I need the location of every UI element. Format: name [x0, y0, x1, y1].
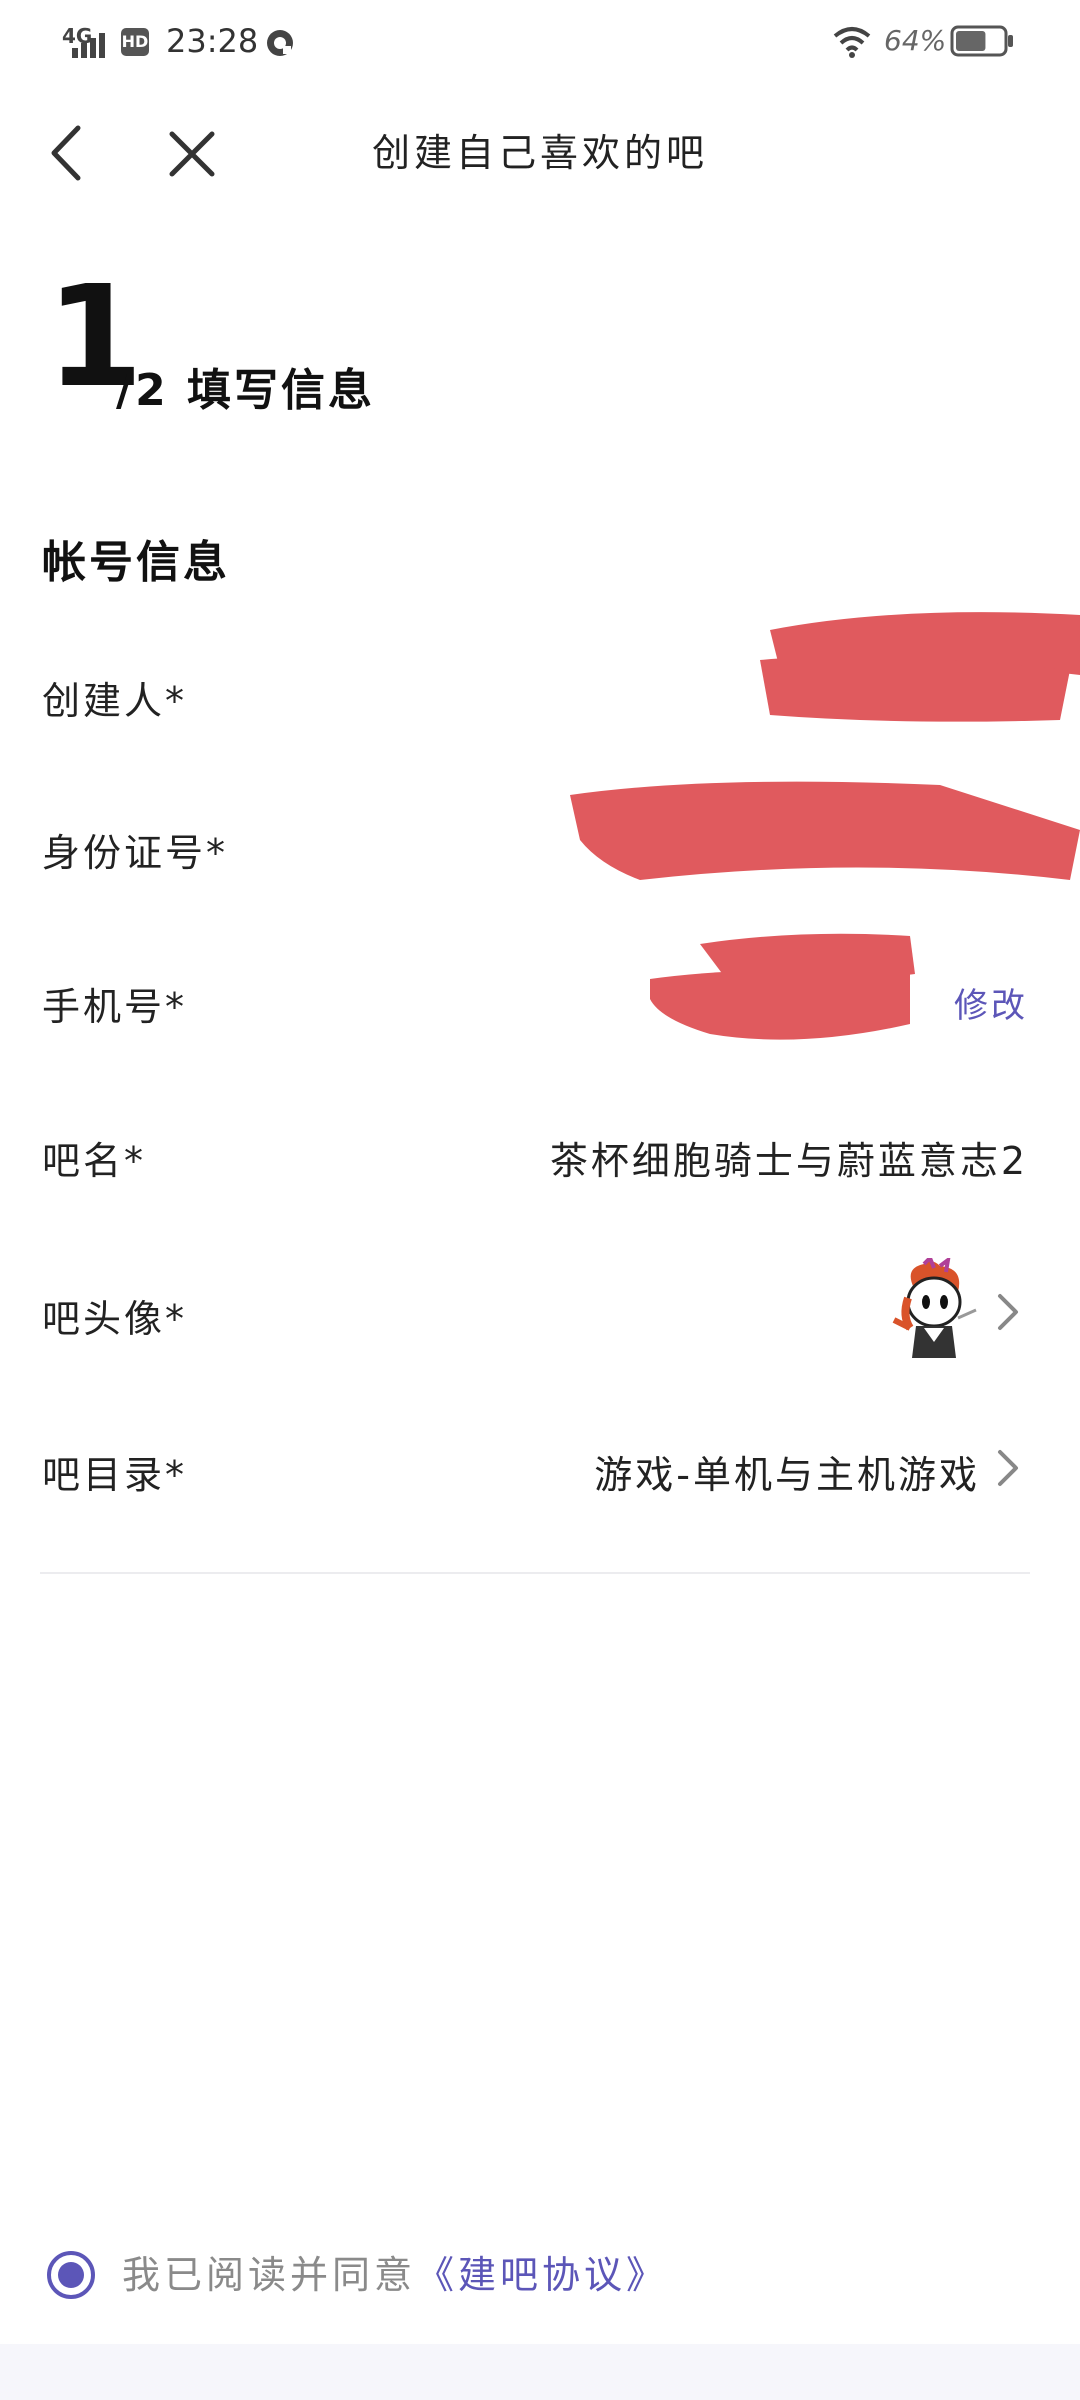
app-notification-icon: [267, 30, 293, 56]
close-icon[interactable]: [166, 128, 218, 180]
phone-label: 手机号*: [42, 985, 188, 1029]
redaction-id-number: [570, 781, 1080, 880]
battery-percent: 64%: [884, 24, 947, 57]
bottom-bar: [0, 2344, 1080, 2400]
bar-name-value[interactable]: 茶杯细胞骑士与蔚蓝意志2: [550, 1130, 1028, 1185]
bar-avatar-image[interactable]: [884, 1258, 980, 1368]
id-number-label: 身份证号*: [42, 831, 229, 875]
step-label: /2 填写信息: [116, 365, 376, 416]
bar-name-label: 吧名*: [42, 1139, 147, 1183]
section-title: 帐号信息: [42, 537, 230, 588]
bar-category-label: 吧目录*: [42, 1453, 188, 1497]
bar-category-value[interactable]: 游戏-单机与主机游戏: [594, 1444, 980, 1499]
agreement-prefix: 我已阅读并同意: [122, 2253, 417, 2297]
hd-badge: HD: [121, 28, 149, 56]
redaction-creator: [760, 612, 1080, 722]
page-title: 创建自己喜欢的吧: [371, 131, 708, 175]
agreement-text: 我已阅读并同意《建吧协议》: [122, 2250, 668, 2300]
creator-label: 创建人*: [42, 679, 188, 723]
chevron-right-icon[interactable]: [994, 1446, 1022, 1490]
redaction-phone: [650, 933, 915, 1040]
wifi-icon: [833, 27, 871, 58]
status-time: 23:28: [166, 22, 259, 60]
bar-avatar-label: 吧头像*: [42, 1297, 188, 1341]
chevron-left-icon[interactable]: [46, 122, 86, 184]
divider: [40, 1572, 1030, 1574]
signal-icon: [72, 33, 105, 58]
agreement-radio[interactable]: [46, 2250, 96, 2300]
agreement-link[interactable]: 《建吧协议》: [416, 2253, 668, 2297]
chevron-right-icon[interactable]: [994, 1290, 1022, 1334]
edit-phone-button[interactable]: 修改: [954, 978, 1028, 1027]
battery-icon: [950, 25, 1013, 57]
